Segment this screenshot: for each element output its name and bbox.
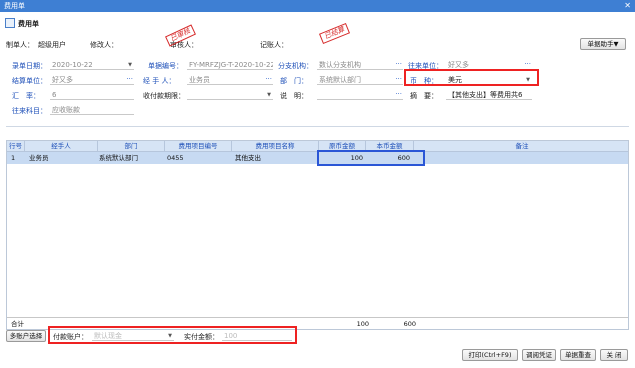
col-header-handler[interactable]: 经手人 (25, 141, 98, 152)
more-icon[interactable]: ··· (265, 75, 272, 84)
cell-index: 1 (11, 154, 16, 162)
note-label: 说 明： (280, 92, 308, 100)
document-icon (5, 18, 15, 28)
branch-label: 分支机构： (278, 62, 313, 70)
print-button[interactable]: 打印(Ctrl+F9) (462, 349, 518, 361)
more-icon[interactable]: ··· (395, 90, 402, 99)
creator-label: 制单人： (6, 41, 34, 49)
summary-label: 摘 要： (410, 92, 438, 100)
branch-field[interactable]: 数认分支机构 ··· (317, 60, 403, 70)
number-field[interactable]: FY-MRFZJG-T-2020-10-22 (187, 60, 273, 70)
rate-label: 汇 率： (12, 92, 40, 100)
cell-item-name[interactable]: 其他支出 (235, 152, 261, 164)
dept-label: 部 门： (280, 77, 308, 85)
doc-title: 费用单 (18, 20, 39, 28)
date-field[interactable]: 2020-10-22 ▼ (50, 60, 134, 70)
recheck-button[interactable]: 单据重查 (560, 349, 596, 361)
account-label: 往来科目： (12, 107, 47, 115)
close-button[interactable]: 关 闭 (600, 349, 628, 361)
cell-item-code[interactable]: 0455 (167, 152, 184, 164)
modifier-label: 修改人： (90, 41, 118, 49)
col-header-item-code[interactable]: 费用项目编号 (165, 141, 232, 152)
poster-label: 记账人： (260, 41, 288, 49)
chevron-down-icon: ▼ (128, 62, 132, 68)
number-label: 单据编号： (148, 62, 183, 70)
creator-value: 超级用户 (38, 41, 66, 49)
settle-label: 结算单位： (12, 77, 47, 85)
close-icon[interactable]: ✕ (624, 0, 631, 12)
summary-field[interactable]: 【其他支出】等费用共6 (446, 90, 532, 100)
col-header-remark[interactable]: 备注 (414, 141, 630, 152)
col-header-index[interactable]: 行号 (7, 141, 25, 152)
currency-highlight (404, 69, 539, 86)
divider (6, 126, 629, 127)
rate-field[interactable]: 6 (50, 90, 134, 100)
total-orig-amount: 100 (356, 320, 369, 328)
col-header-dept[interactable]: 部门 (98, 141, 165, 152)
handler-field[interactable]: 业务员 ··· (187, 75, 273, 85)
more-icon[interactable]: ··· (395, 75, 402, 84)
window-titlebar: 费用单 ✕ (0, 0, 635, 12)
multi-account-button[interactable]: 多账户选择 (6, 330, 46, 342)
chevron-down-icon: ▼ (267, 92, 271, 98)
expense-grid: 行号 经手人 部门 费用项目编号 费用项目名称 原币金额 本币金额 备注 1 业… (6, 140, 629, 330)
more-icon[interactable]: ··· (524, 60, 531, 69)
amount-highlight (317, 150, 425, 166)
col-header-item-name[interactable]: 费用项目名称 (232, 141, 319, 152)
helper-button[interactable]: 单据助手▼ (580, 38, 626, 50)
payment-highlight (48, 326, 297, 344)
total-label: 合计 (11, 320, 24, 328)
more-icon[interactable]: ··· (126, 75, 133, 84)
account-field[interactable]: 应收账款 (50, 105, 134, 115)
total-local-amount: 600 (403, 320, 416, 328)
posted-stamp: 已结算 (318, 22, 351, 45)
more-icon[interactable]: ··· (395, 60, 402, 69)
period-label: 收付款期限： (143, 92, 185, 100)
note-field[interactable]: ··· (317, 90, 403, 100)
settle-field[interactable]: 好又多 ··· (50, 75, 134, 85)
view-voucher-button[interactable]: 调阅凭证 (522, 349, 556, 361)
dept-field[interactable]: 系统默认部门 ··· (317, 75, 403, 85)
window-title: 费用单 (4, 2, 25, 10)
cell-handler[interactable]: 业务员 (29, 152, 49, 164)
handler-label: 经 手 人： (143, 77, 176, 85)
date-label: 录单日期： (12, 62, 47, 70)
period-field[interactable]: ▼ (187, 90, 273, 100)
cell-dept[interactable]: 系统默认部门 (99, 152, 138, 164)
